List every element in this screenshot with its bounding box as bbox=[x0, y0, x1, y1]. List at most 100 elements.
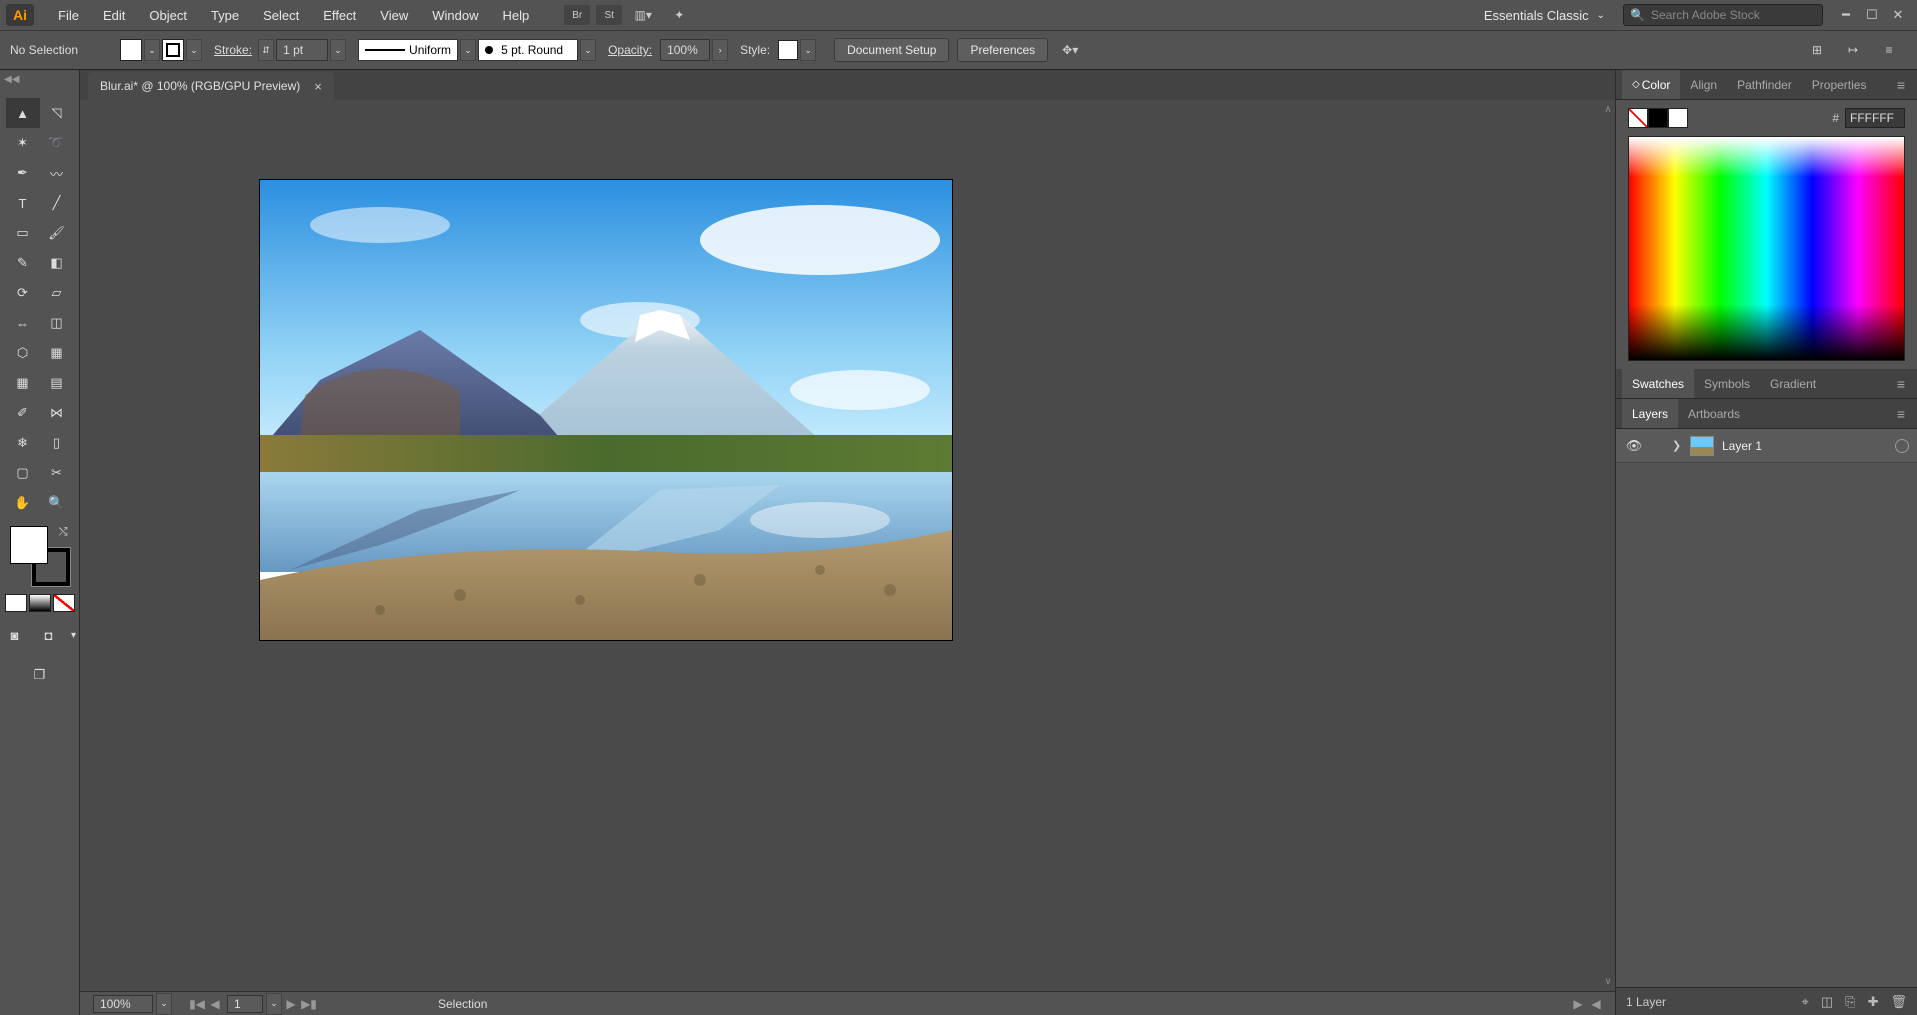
workspace-switcher[interactable]: Essentials Classic ⌄ bbox=[1476, 8, 1613, 23]
shape-builder-tool[interactable]: ⬡ bbox=[6, 338, 40, 368]
tab-gradient[interactable]: Gradient bbox=[1760, 369, 1826, 398]
curvature-tool[interactable]: 〰 bbox=[40, 158, 74, 188]
opacity-field[interactable]: 100% bbox=[660, 39, 710, 61]
visibility-toggle-icon[interactable]: 👁 bbox=[1624, 438, 1644, 454]
prev-artboard-icon[interactable]: ◀ bbox=[206, 997, 224, 1011]
zoom-field[interactable]: 100% bbox=[93, 995, 153, 1013]
artboard-drop[interactable]: ⌄ bbox=[266, 993, 282, 1015]
stroke-swatch[interactable] bbox=[162, 39, 184, 61]
target-icon[interactable] bbox=[1895, 439, 1909, 453]
scale-tool[interactable]: ▱ bbox=[40, 278, 74, 308]
stroke-label[interactable]: Stroke: bbox=[214, 43, 252, 57]
artboard[interactable] bbox=[260, 180, 952, 640]
gpu-performance-icon[interactable]: ✦ bbox=[665, 3, 693, 27]
control-menu-icon[interactable]: ≡ bbox=[1875, 38, 1903, 62]
column-graph-tool[interactable]: ▯ bbox=[40, 428, 74, 458]
window-minimize[interactable]: ━ bbox=[1833, 2, 1859, 28]
isolation-icon[interactable]: ↦ bbox=[1839, 38, 1867, 62]
close-tab-icon[interactable]: × bbox=[314, 79, 322, 94]
stroke-weight-drop[interactable]: ⌄ bbox=[330, 39, 346, 61]
bridge-chip[interactable]: Br bbox=[564, 5, 590, 25]
magic-wand-tool[interactable]: ✶ bbox=[6, 128, 40, 158]
artboard-number-field[interactable]: 1 bbox=[227, 995, 263, 1013]
screen-mode-icon[interactable]: ❐ bbox=[23, 660, 57, 690]
gradient-tool[interactable]: ▤ bbox=[40, 368, 74, 398]
tab-symbols[interactable]: Symbols bbox=[1694, 369, 1760, 398]
search-stock-input[interactable]: 🔍 Search Adobe Stock bbox=[1623, 4, 1823, 26]
draw-normal-icon[interactable]: ◙ bbox=[0, 620, 32, 650]
pen-tool[interactable]: ✒ bbox=[6, 158, 40, 188]
create-sublayer-icon[interactable]: ⎘ bbox=[1845, 994, 1855, 1010]
scroll-down-icon[interactable]: ∨ bbox=[1604, 976, 1611, 987]
layers-panel-menu-icon[interactable]: ≡ bbox=[1891, 406, 1911, 422]
lasso-tool[interactable]: ➰ bbox=[40, 128, 74, 158]
none-mode-button[interactable] bbox=[53, 594, 75, 612]
width-tool[interactable]: ⇔ bbox=[6, 308, 40, 338]
hscroll-right-icon[interactable]: ▶ bbox=[1569, 997, 1587, 1011]
gradient-mode-button[interactable] bbox=[29, 594, 51, 612]
color-none-swatch[interactable] bbox=[1628, 108, 1648, 128]
brush-definition[interactable]: 5 pt. Round bbox=[478, 39, 578, 61]
symbol-sprayer-tool[interactable]: ❄ bbox=[6, 428, 40, 458]
fill-dropdown[interactable]: ⌄ bbox=[144, 39, 160, 61]
paintbrush-tool[interactable]: 🖌 bbox=[40, 218, 74, 248]
window-close[interactable]: ✕ bbox=[1885, 2, 1911, 28]
delete-layer-icon[interactable]: 🗑 bbox=[1890, 994, 1907, 1010]
menu-file[interactable]: File bbox=[46, 0, 91, 30]
zoom-tool[interactable]: 🔍 bbox=[40, 488, 74, 518]
menu-type[interactable]: Type bbox=[199, 0, 251, 30]
artboard-tool[interactable]: ▢ bbox=[6, 458, 40, 488]
color-panel-menu-icon[interactable]: ≡ bbox=[1891, 77, 1911, 93]
menu-select[interactable]: Select bbox=[251, 0, 311, 30]
hscroll-left-icon[interactable]: ◀ bbox=[1587, 997, 1605, 1011]
next-artboard-icon[interactable]: ▶ bbox=[282, 997, 300, 1011]
menu-effect[interactable]: Effect bbox=[311, 0, 368, 30]
free-transform-tool[interactable]: ◫ bbox=[40, 308, 74, 338]
color-mode-button[interactable] bbox=[5, 594, 27, 612]
fill-swatch[interactable] bbox=[120, 39, 142, 61]
brush-drop[interactable]: ⌄ bbox=[580, 39, 596, 61]
menu-help[interactable]: Help bbox=[490, 0, 541, 30]
rotate-tool[interactable]: ⟳ bbox=[6, 278, 40, 308]
layer-thumbnail[interactable] bbox=[1690, 436, 1714, 456]
tab-swatches[interactable]: Swatches bbox=[1622, 369, 1694, 398]
menu-object[interactable]: Object bbox=[137, 0, 199, 30]
slice-tool[interactable]: ✂ bbox=[40, 458, 74, 488]
disclosure-icon[interactable]: ❯ bbox=[1672, 439, 1690, 452]
zoom-drop[interactable]: ⌄ bbox=[156, 993, 172, 1015]
swap-fill-stroke-icon[interactable]: ⤭ bbox=[59, 526, 68, 539]
type-tool[interactable]: T bbox=[6, 188, 40, 218]
variable-width-profile[interactable]: Uniform bbox=[358, 39, 458, 61]
window-maximize[interactable]: ☐ bbox=[1859, 2, 1885, 28]
first-artboard-icon[interactable]: ▮◀ bbox=[188, 997, 206, 1011]
style-drop[interactable]: ⌄ bbox=[800, 39, 816, 61]
stroke-dropdown[interactable]: ⌄ bbox=[186, 39, 202, 61]
hex-input[interactable]: FFFFFF bbox=[1845, 108, 1905, 128]
menu-edit[interactable]: Edit bbox=[91, 0, 137, 30]
menu-window[interactable]: Window bbox=[420, 0, 490, 30]
new-layer-icon[interactable]: ✚ bbox=[1868, 994, 1879, 1010]
fill-stroke-control[interactable]: ⤭ bbox=[10, 526, 70, 586]
align-to-icon[interactable]: ⊞ bbox=[1803, 38, 1831, 62]
perspective-grid-tool[interactable]: ▦ bbox=[40, 338, 74, 368]
preferences-button[interactable]: Preferences bbox=[957, 38, 1048, 62]
color-black-swatch[interactable] bbox=[1648, 108, 1668, 128]
scroll-up-icon[interactable]: ∧ bbox=[1604, 104, 1611, 115]
tab-pathfinder[interactable]: Pathfinder bbox=[1727, 70, 1802, 99]
eraser-tool[interactable]: ◧ bbox=[40, 248, 74, 278]
layer-row[interactable]: 👁 ❯ Layer 1 bbox=[1616, 429, 1917, 463]
canvas[interactable]: ∧ ∨ bbox=[80, 100, 1615, 991]
shaper-tool[interactable]: ✎ bbox=[6, 248, 40, 278]
tab-align[interactable]: Align bbox=[1680, 70, 1727, 99]
direct-selection-tool[interactable]: ◹ bbox=[40, 98, 74, 128]
layer-name-label[interactable]: Layer 1 bbox=[1722, 439, 1762, 453]
tools-collapse-icon[interactable]: ◀◀ bbox=[4, 74, 19, 85]
locate-object-icon[interactable]: ⌖ bbox=[1802, 994, 1809, 1010]
tab-color[interactable]: Color bbox=[1622, 70, 1680, 99]
tab-layers[interactable]: Layers bbox=[1622, 399, 1678, 428]
mesh-tool[interactable]: ▦ bbox=[6, 368, 40, 398]
document-tab[interactable]: Blur.ai* @ 100% (RGB/GPU Preview) × bbox=[88, 72, 334, 100]
color-white-swatch[interactable] bbox=[1668, 108, 1688, 128]
document-setup-button[interactable]: Document Setup bbox=[834, 38, 949, 62]
opacity-drop[interactable]: › bbox=[712, 39, 728, 61]
